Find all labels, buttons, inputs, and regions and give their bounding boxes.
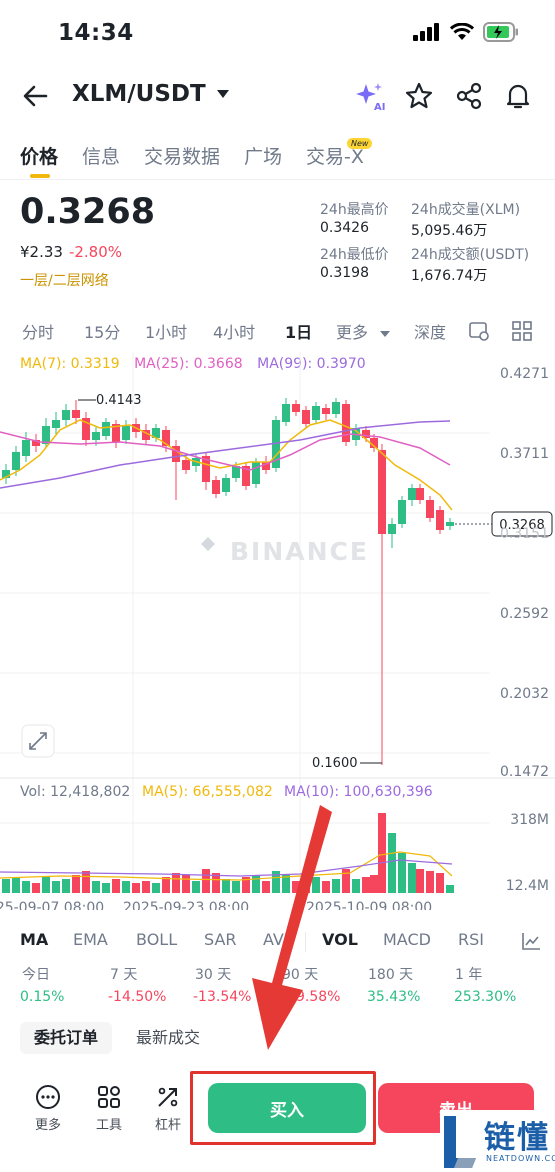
leverage-label: 杠杆 (154, 1118, 181, 1133)
buy-button[interactable]: 买入 (208, 1083, 366, 1133)
site-watermark-sub: NEATDOWN.COM (486, 1154, 555, 1163)
leverage-button[interactable]: 杠杆 (146, 1084, 190, 1133)
tools-label: 工具 (95, 1118, 122, 1133)
more-label: 更多 (34, 1118, 61, 1133)
more-icon (36, 1085, 60, 1109)
leverage-icon (158, 1087, 178, 1107)
annotation-arrow (252, 805, 332, 1050)
tools-button[interactable]: 工具 (87, 1084, 131, 1133)
tools-icon (98, 1086, 120, 1108)
site-logo-icon (444, 1116, 476, 1168)
more-button[interactable]: 更多 (26, 1084, 70, 1133)
site-watermark-text: 链懂 (484, 1120, 550, 1156)
